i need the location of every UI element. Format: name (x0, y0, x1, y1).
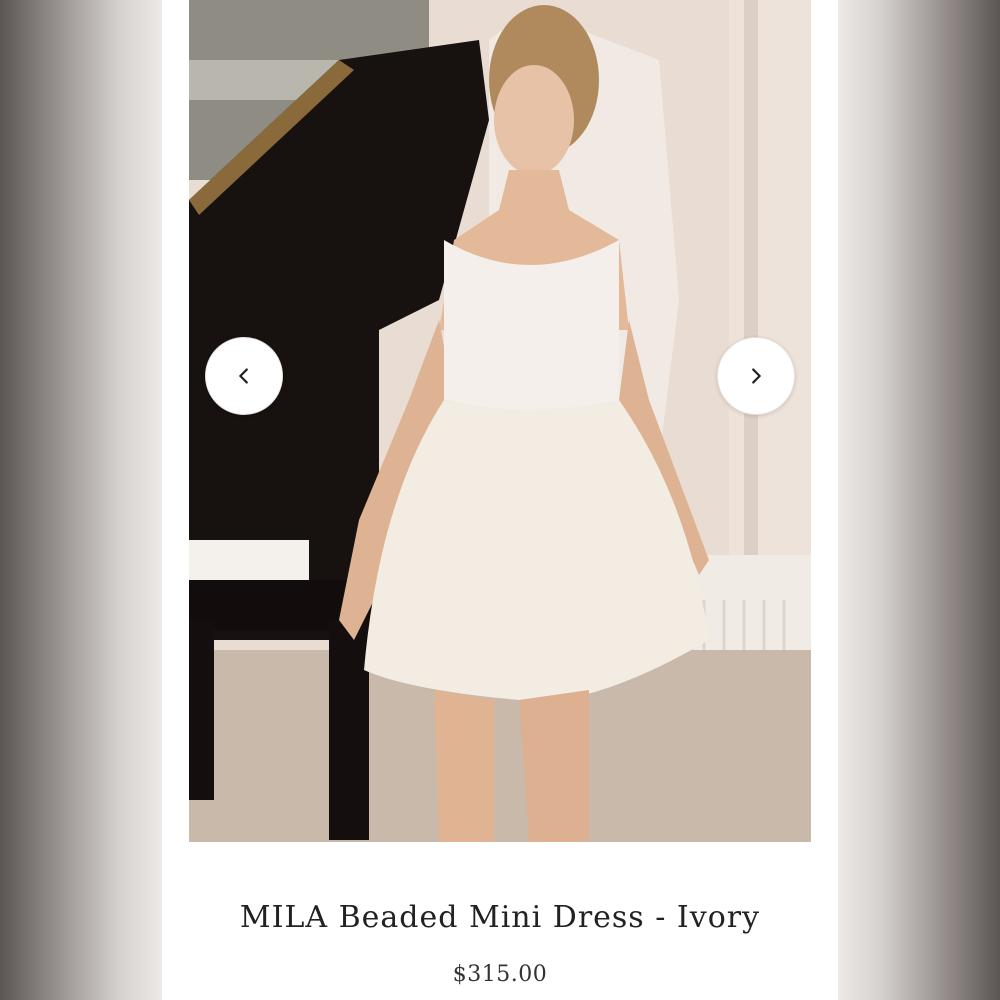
next-image-button[interactable] (717, 337, 795, 415)
product-page: MILA Beaded Mini Dress - Ivory $315.00 (162, 0, 838, 1000)
product-title: MILA Beaded Mini Dress - Ivory (239, 900, 761, 935)
previous-image-button[interactable] (205, 337, 283, 415)
product-photo (189, 0, 811, 842)
chevron-right-icon (752, 368, 761, 384)
product-image-carousel[interactable] (189, 0, 811, 842)
chevron-left-icon (239, 368, 248, 384)
product-price: $315.00 (452, 962, 548, 987)
